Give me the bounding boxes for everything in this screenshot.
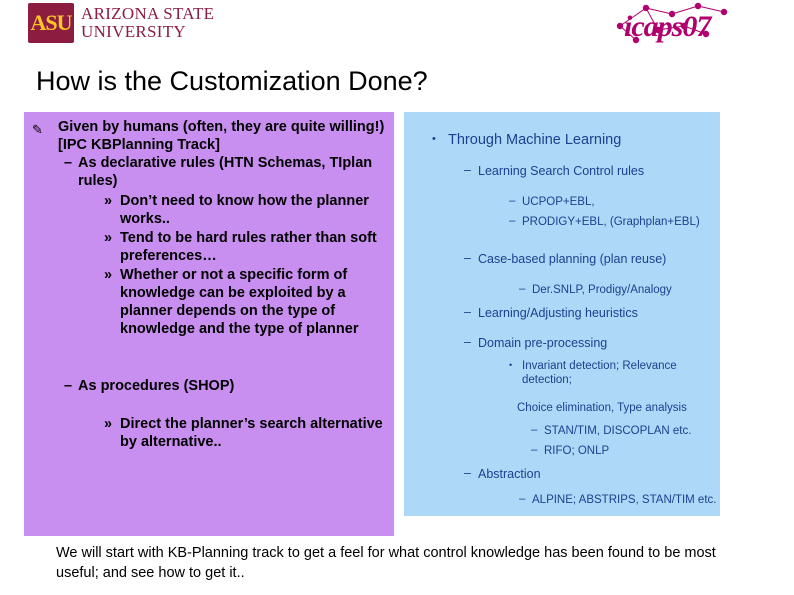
- right-item-2: – PRODIGY+EBL, (Graphplan+EBL): [509, 215, 712, 230]
- right-item-8: Choice elimination, Type analysis: [517, 402, 722, 416]
- dash-marker: –: [64, 155, 73, 171]
- asu-logo-mark: ASU: [28, 3, 74, 43]
- left-item-4-label: As procedures (SHOP): [78, 378, 235, 394]
- dash-marker: –: [464, 466, 471, 480]
- right-item-5: – Learning/Adjusting heuristics: [464, 305, 708, 320]
- dash-marker: –: [464, 335, 471, 349]
- right-item-3-label: Case-based planning (plan reuse): [478, 252, 667, 266]
- right-item-1: – UCPOP+EBL,: [509, 195, 712, 210]
- double-angle-marker: »: [104, 193, 113, 209]
- dash-marker: –: [519, 493, 526, 505]
- icaps-logo-text: icaps07: [624, 10, 711, 43]
- right-level1-label: Through Machine Learning: [448, 132, 622, 148]
- dash-marker: –: [509, 215, 516, 227]
- right-item-7-label: Invariant detection; Relevance detection…: [522, 360, 677, 386]
- right-item-9: – STAN/TIM, DISCOPLAN etc.: [531, 424, 719, 439]
- right-item-4-label: Der.SNLP, Prodigy/Analogy: [532, 284, 672, 296]
- left-item-1-label: Don’t need to know how the planner works…: [120, 193, 369, 228]
- asu-logo: ASU ARIZONA STATE UNIVERSITY: [28, 2, 228, 44]
- double-angle-marker: »: [104, 416, 113, 432]
- right-item-11-label: Abstraction: [478, 467, 541, 481]
- left-item-1: » Don’t need to know how the planner wor…: [104, 192, 392, 228]
- right-item-2-label: PRODIGY+EBL, (Graphplan+EBL): [522, 216, 700, 228]
- right-item-12-label: ALPINE; ABSTRIPS, STAN/TIM etc.: [532, 494, 717, 506]
- left-item-0-label: As declarative rules (HTN Schemas, TIpla…: [78, 155, 373, 190]
- left-content-panel: ✎ Given by humans (often, they are quite…: [24, 112, 394, 536]
- right-item-7: • Invariant detection; Relevance detecti…: [509, 360, 717, 388]
- slide-header: ASU ARIZONA STATE UNIVERSITY icaps07: [0, 0, 794, 46]
- double-angle-marker: »: [104, 230, 113, 246]
- asu-logo-line2: UNIVERSITY: [81, 22, 186, 41]
- dash-marker: –: [464, 305, 471, 319]
- right-item-4: – Der.SNLP, Prodigy/Analogy: [519, 283, 717, 298]
- page-title: How is the Customization Done?: [36, 66, 428, 96]
- asu-logo-wordmark: ARIZONA STATE UNIVERSITY: [81, 5, 214, 41]
- icaps-logo: icaps07: [606, 0, 776, 46]
- dash-marker: –: [64, 378, 73, 394]
- bullet-dot-icon: •: [509, 360, 513, 370]
- dash-marker: –: [509, 195, 516, 207]
- bullet-dot-icon: •: [432, 133, 436, 145]
- dash-marker: –: [464, 251, 471, 265]
- left-item-3-label: Whether or not a specific form of knowle…: [120, 267, 359, 338]
- right-item-11: – Abstraction: [464, 466, 708, 481]
- right-level1: • Through Machine Learning: [432, 132, 698, 148]
- right-item-5-label: Learning/Adjusting heuristics: [478, 306, 638, 320]
- dash-marker: –: [519, 283, 526, 295]
- right-item-3: – Case-based planning (plan reuse): [464, 251, 708, 266]
- left-item-2-label: Tend to be hard rules rather than soft p…: [120, 230, 377, 265]
- left-item-0: – As declarative rules (HTN Schemas, TIp…: [64, 154, 388, 190]
- right-item-1-label: UCPOP+EBL,: [522, 196, 595, 208]
- dash-marker: –: [464, 163, 471, 177]
- right-item-0-label: Learning Search Control rules: [478, 164, 645, 178]
- left-item-2: » Tend to be hard rules rather than soft…: [104, 229, 392, 265]
- right-item-9-label: STAN/TIM, DISCOPLAN etc.: [544, 425, 692, 437]
- right-item-12: – ALPINE; ABSTRIPS, STAN/TIM etc.: [519, 493, 732, 508]
- dash-marker: –: [531, 424, 538, 436]
- asu-logo-line1: ARIZONA STATE: [81, 4, 215, 24]
- left-item-3: » Whether or not a specific form of know…: [104, 266, 392, 339]
- right-item-10-label: RIFO; ONLP: [544, 445, 610, 457]
- right-item-6: – Domain pre-processing: [464, 335, 708, 350]
- dash-marker: –: [531, 444, 538, 456]
- right-content-panel: • Through Machine Learning – Learning Se…: [404, 112, 720, 516]
- right-item-6-label: Domain pre-processing: [478, 336, 608, 350]
- right-item-10: – RIFO; ONLP: [531, 444, 719, 459]
- left-item-4: – As procedures (SHOP): [64, 377, 388, 395]
- bottom-caption: We will start with KB-Planning track to …: [56, 545, 716, 581]
- left-level1-text: Given by humans (often, they are quite w…: [58, 119, 385, 154]
- left-item-5-label: Direct the planner’s search alternative …: [120, 416, 383, 451]
- double-angle-marker: »: [104, 267, 113, 283]
- right-item-8-label: Choice elimination, Type analysis: [517, 402, 687, 414]
- left-item-5: » Direct the planner’s search alternativ…: [104, 415, 392, 451]
- pencil-icon: ✎: [32, 122, 43, 137]
- right-item-0: – Learning Search Control rules: [464, 163, 708, 178]
